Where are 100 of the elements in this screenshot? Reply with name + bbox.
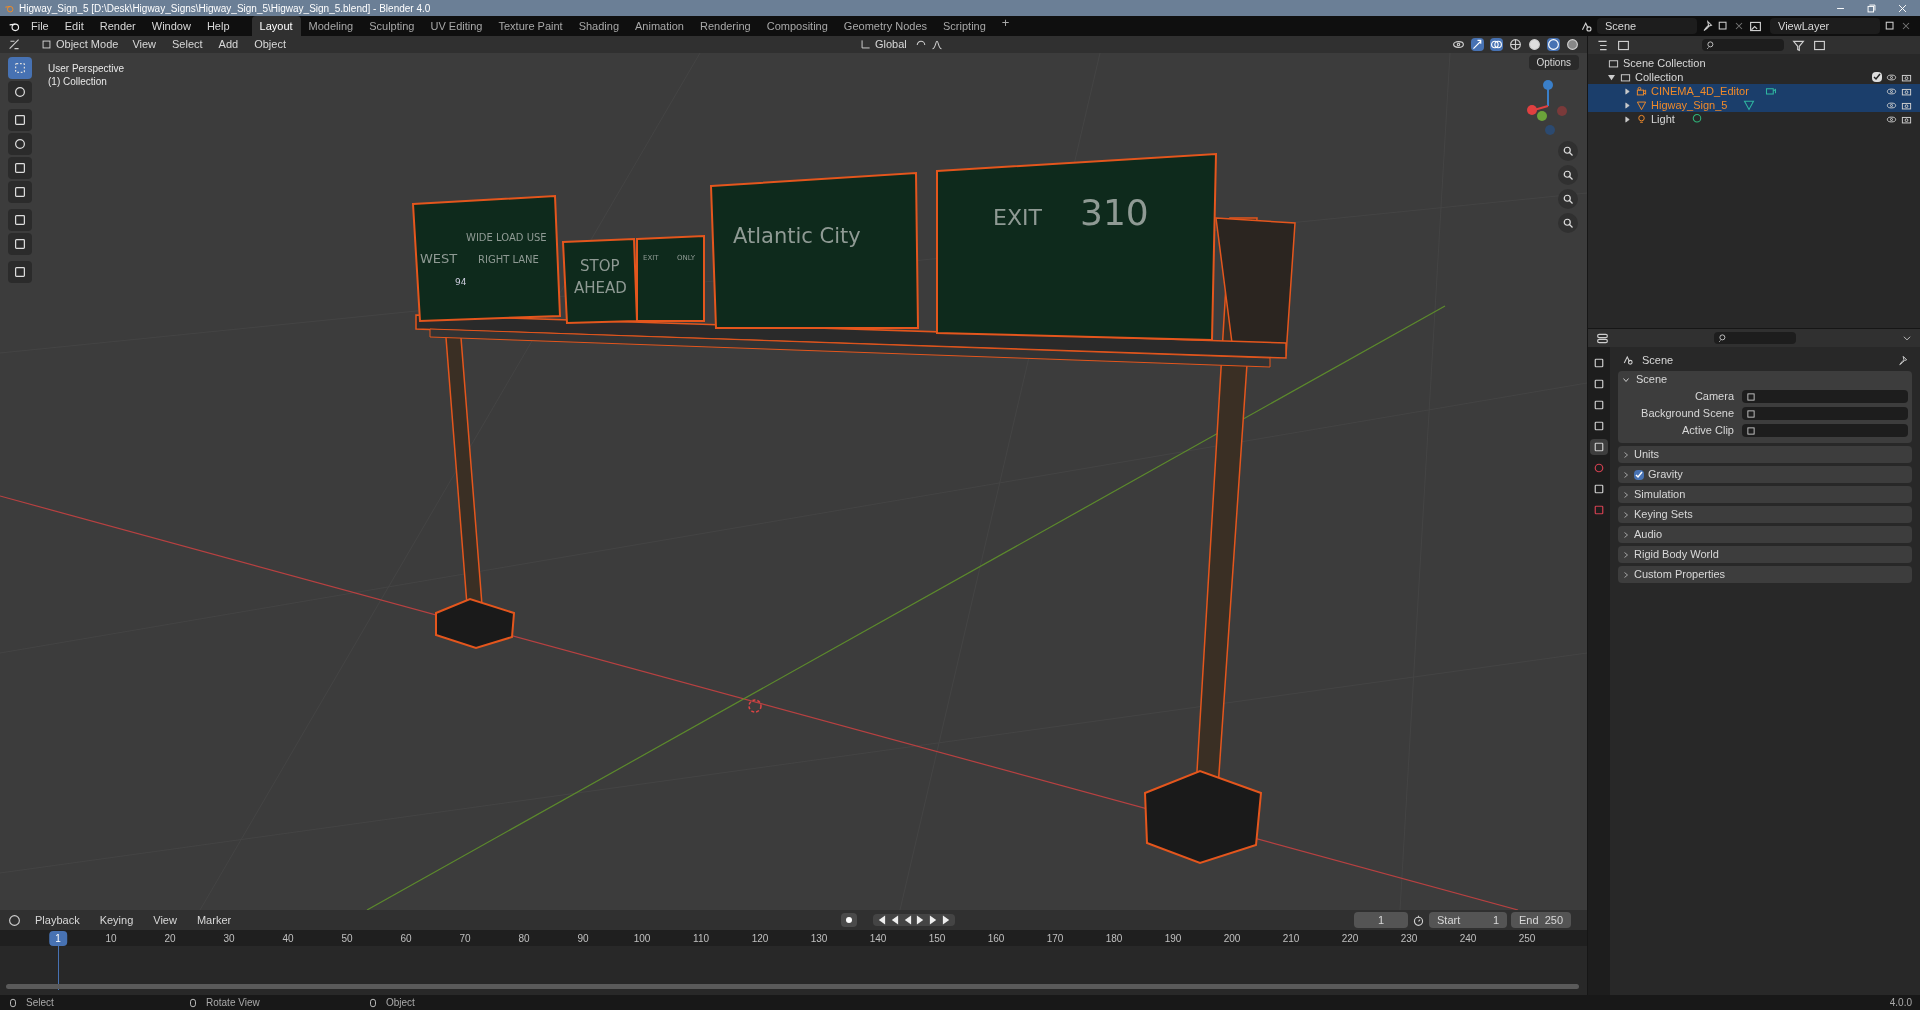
checkbox[interactable] bbox=[1872, 72, 1882, 82]
workspace-tab[interactable]: Texture Paint bbox=[490, 15, 571, 37]
search-field[interactable] bbox=[1714, 332, 1796, 344]
frame-number: 90 bbox=[577, 932, 589, 946]
frame-number: 240 bbox=[1459, 932, 1477, 946]
viewport-menu-item[interactable]: Object bbox=[248, 36, 292, 53]
collapsed-panel-header[interactable]: Keying Sets bbox=[1618, 506, 1912, 523]
field-label: Camera bbox=[1693, 389, 1735, 405]
collapsed-panel-header[interactable]: Custom Properties bbox=[1618, 566, 1912, 583]
workspace-tab[interactable]: Layout bbox=[251, 15, 301, 37]
object-field[interactable] bbox=[1742, 407, 1908, 420]
object-field[interactable] bbox=[1742, 424, 1908, 437]
workspace-tab[interactable]: Animation bbox=[627, 15, 692, 37]
menu-item[interactable]: Help bbox=[200, 17, 236, 35]
filter-icon bbox=[1792, 38, 1805, 52]
panel-title: Gravity bbox=[1648, 467, 1683, 483]
collapsed-panel-header[interactable]: Rigid Body World bbox=[1618, 546, 1912, 563]
scene-icon bbox=[1580, 19, 1593, 33]
current-frame-field[interactable]: 1 bbox=[1354, 911, 1408, 929]
menu-item[interactable]: Render bbox=[93, 17, 142, 35]
timeline-menu-item[interactable]: Marker bbox=[190, 911, 238, 929]
menu-item[interactable]: Edit bbox=[58, 17, 90, 35]
object-label: Light bbox=[1651, 112, 1675, 126]
panel-title: Units bbox=[1634, 447, 1660, 463]
zoom-icon[interactable] bbox=[1558, 141, 1578, 161]
expand-arrow-icon[interactable] bbox=[1608, 73, 1616, 81]
view-perspective-label: User Perspective bbox=[48, 62, 125, 75]
frame-number: 70 bbox=[459, 932, 471, 946]
mouse-icon bbox=[368, 997, 378, 1008]
viewport-menu-item[interactable]: Select bbox=[166, 36, 209, 53]
record-button[interactable] bbox=[841, 913, 858, 927]
chevron-right-icon bbox=[1622, 530, 1630, 539]
circles-icon bbox=[1490, 38, 1503, 51]
end-frame-field[interactable]: End 250 bbox=[1511, 911, 1571, 929]
frame-number: 150 bbox=[928, 932, 946, 946]
workspace-tab[interactable]: Scripting bbox=[935, 15, 994, 37]
image-icon bbox=[1749, 19, 1762, 33]
outliner-row[interactable]: Higway_Sign_5 bbox=[1588, 98, 1920, 112]
workspace-tab[interactable]: Modeling bbox=[300, 15, 362, 37]
field-icon bbox=[1746, 408, 1756, 419]
timeline-scrollbar[interactable] bbox=[6, 984, 1579, 989]
collection-icon bbox=[1608, 57, 1619, 69]
timeline-menu-item[interactable]: Playback bbox=[29, 911, 86, 929]
collapsed-panel-header[interactable]: Gravity bbox=[1618, 466, 1912, 483]
material-shading-button[interactable] bbox=[1547, 38, 1560, 51]
field-label: Active Clip bbox=[1681, 423, 1735, 439]
viewport-menu-item[interactable]: View bbox=[126, 36, 163, 53]
window-title: Higway_Sign_5 [D:\Desk\Higway_Signs\Higway_Sign_5\Higway_Sign_5.blend] - Blender 4.0 bbox=[19, 1, 431, 16]
object-field[interactable] bbox=[1742, 390, 1908, 403]
scene-collection-label[interactable]: Scene Collection bbox=[1623, 56, 1706, 70]
frame-number: 120 bbox=[751, 932, 769, 946]
workspace-tab[interactable]: UV Editing bbox=[422, 15, 491, 37]
frame-number: 180 bbox=[1105, 932, 1123, 946]
collapsed-panel-header[interactable]: Audio bbox=[1618, 526, 1912, 543]
axes-icon bbox=[860, 39, 871, 50]
collapsed-panel-header[interactable]: Units bbox=[1618, 446, 1912, 463]
workspace-tab[interactable]: Compositing bbox=[758, 15, 836, 37]
collapsed-panel-header[interactable]: Simulation bbox=[1618, 486, 1912, 503]
menu-item[interactable]: Window bbox=[145, 17, 197, 35]
sign-text: WEST bbox=[420, 251, 458, 266]
frame-number: 140 bbox=[869, 932, 887, 946]
viewport-menu-item[interactable]: Add bbox=[212, 36, 245, 53]
stopwatch-icon bbox=[1412, 913, 1425, 927]
panel-header[interactable]: Scene bbox=[1618, 371, 1912, 388]
sign-text: RIGHT LANE bbox=[478, 254, 539, 265]
scene-field[interactable]: Scene bbox=[1597, 17, 1697, 35]
frame-number: 200 bbox=[1223, 932, 1241, 946]
outliner-row[interactable]: Light bbox=[1588, 112, 1920, 126]
options-dropdown[interactable]: Options bbox=[1528, 55, 1579, 70]
menu-item[interactable]: File bbox=[25, 17, 55, 35]
mouse-icon bbox=[188, 997, 198, 1008]
playback-controls-drawing[interactable] bbox=[873, 914, 956, 926]
timeline-menu-item[interactable]: Keying bbox=[93, 911, 140, 929]
add-workspace-button[interactable]: + bbox=[993, 15, 1018, 37]
orientation-dropdown[interactable]: Global bbox=[856, 36, 911, 53]
select-tool-icon[interactable] bbox=[8, 57, 32, 79]
timeline-menu-item[interactable]: View bbox=[147, 911, 183, 929]
frame-number: 190 bbox=[1164, 932, 1182, 946]
rendered-shading-icon bbox=[1566, 38, 1579, 51]
frame-number: 130 bbox=[810, 932, 828, 946]
workspace-tab[interactable]: Geometry Nodes bbox=[835, 15, 935, 37]
outliner-row[interactable]: CINEMA_4D_Editor bbox=[1588, 84, 1920, 98]
restore-icon bbox=[1866, 2, 1877, 14]
mode-dropdown[interactable]: Object Mode bbox=[37, 36, 123, 53]
workspace-tab[interactable]: Rendering bbox=[691, 15, 759, 37]
eye-icon bbox=[1886, 71, 1897, 83]
sign-text: STOP bbox=[580, 257, 620, 275]
gizmo-toggle[interactable] bbox=[1471, 38, 1484, 51]
frame-number: 40 bbox=[282, 932, 294, 946]
workspace-tab[interactable]: Sculpting bbox=[361, 15, 423, 37]
view-layer-field[interactable]: ViewLayer bbox=[1770, 17, 1880, 35]
pin-icon bbox=[1701, 20, 1713, 32]
timeline-area[interactable]: 1 10 20 30 40 50 60 70 80 90 100 110 120 130 140 150 160 170 180 190 200 210 220 230 240 250 bbox=[0, 930, 1587, 995]
start-frame-field[interactable]: Start 1 bbox=[1429, 911, 1507, 929]
frame-number: 230 bbox=[1400, 932, 1418, 946]
workspace-tab[interactable]: Shading bbox=[570, 15, 628, 37]
search-field[interactable] bbox=[1702, 39, 1784, 51]
checkbox[interactable] bbox=[1634, 469, 1644, 480]
outliner-row[interactable]: Collection bbox=[1588, 70, 1920, 84]
overlay-toggle[interactable] bbox=[1490, 38, 1503, 51]
